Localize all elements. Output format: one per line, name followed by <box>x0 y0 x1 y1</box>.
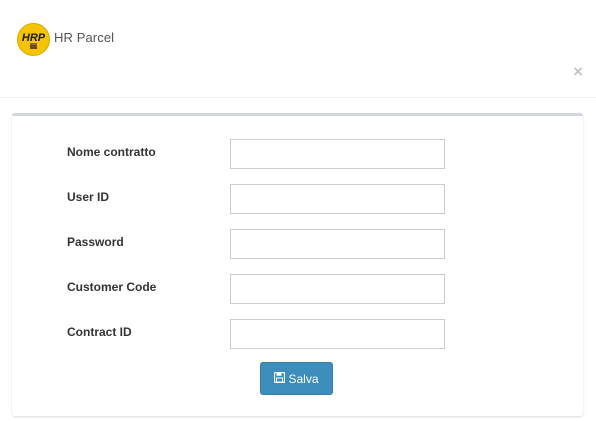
user-id-input[interactable] <box>230 184 445 214</box>
nome-contratto-label: Nome contratto <box>67 145 156 159</box>
save-button[interactable]: Salva <box>260 362 333 395</box>
contract-id-input[interactable] <box>230 319 445 349</box>
customer-code-input[interactable] <box>230 274 445 304</box>
save-button-label: Salva <box>288 371 319 386</box>
user-id-label: User ID <box>67 190 110 204</box>
form-panel: Nome contratto User ID Password Customer… <box>12 113 583 416</box>
close-icon[interactable]: × <box>573 63 583 81</box>
password-input[interactable] <box>230 229 445 259</box>
customer-code-label: Customer Code <box>67 280 157 294</box>
password-label: Password <box>67 235 124 249</box>
floppy-disk-icon <box>274 371 286 386</box>
nome-contratto-input[interactable] <box>230 139 445 169</box>
field-row-nome-contratto: Nome contratto <box>12 139 583 175</box>
brand-name: HR Parcel <box>54 30 115 45</box>
field-row-password: Password <box>12 229 583 265</box>
field-row-contract-id: Contract ID <box>12 319 583 355</box>
field-row-customer-code: Customer Code <box>12 274 583 310</box>
svg-text:HRP: HRP <box>22 32 46 44</box>
modal-header: HRP HR Parcel × <box>0 0 596 98</box>
contract-id-label: Contract ID <box>67 325 132 339</box>
hrp-logo-icon: HRP <box>17 23 50 56</box>
field-row-user-id: User ID <box>12 184 583 220</box>
